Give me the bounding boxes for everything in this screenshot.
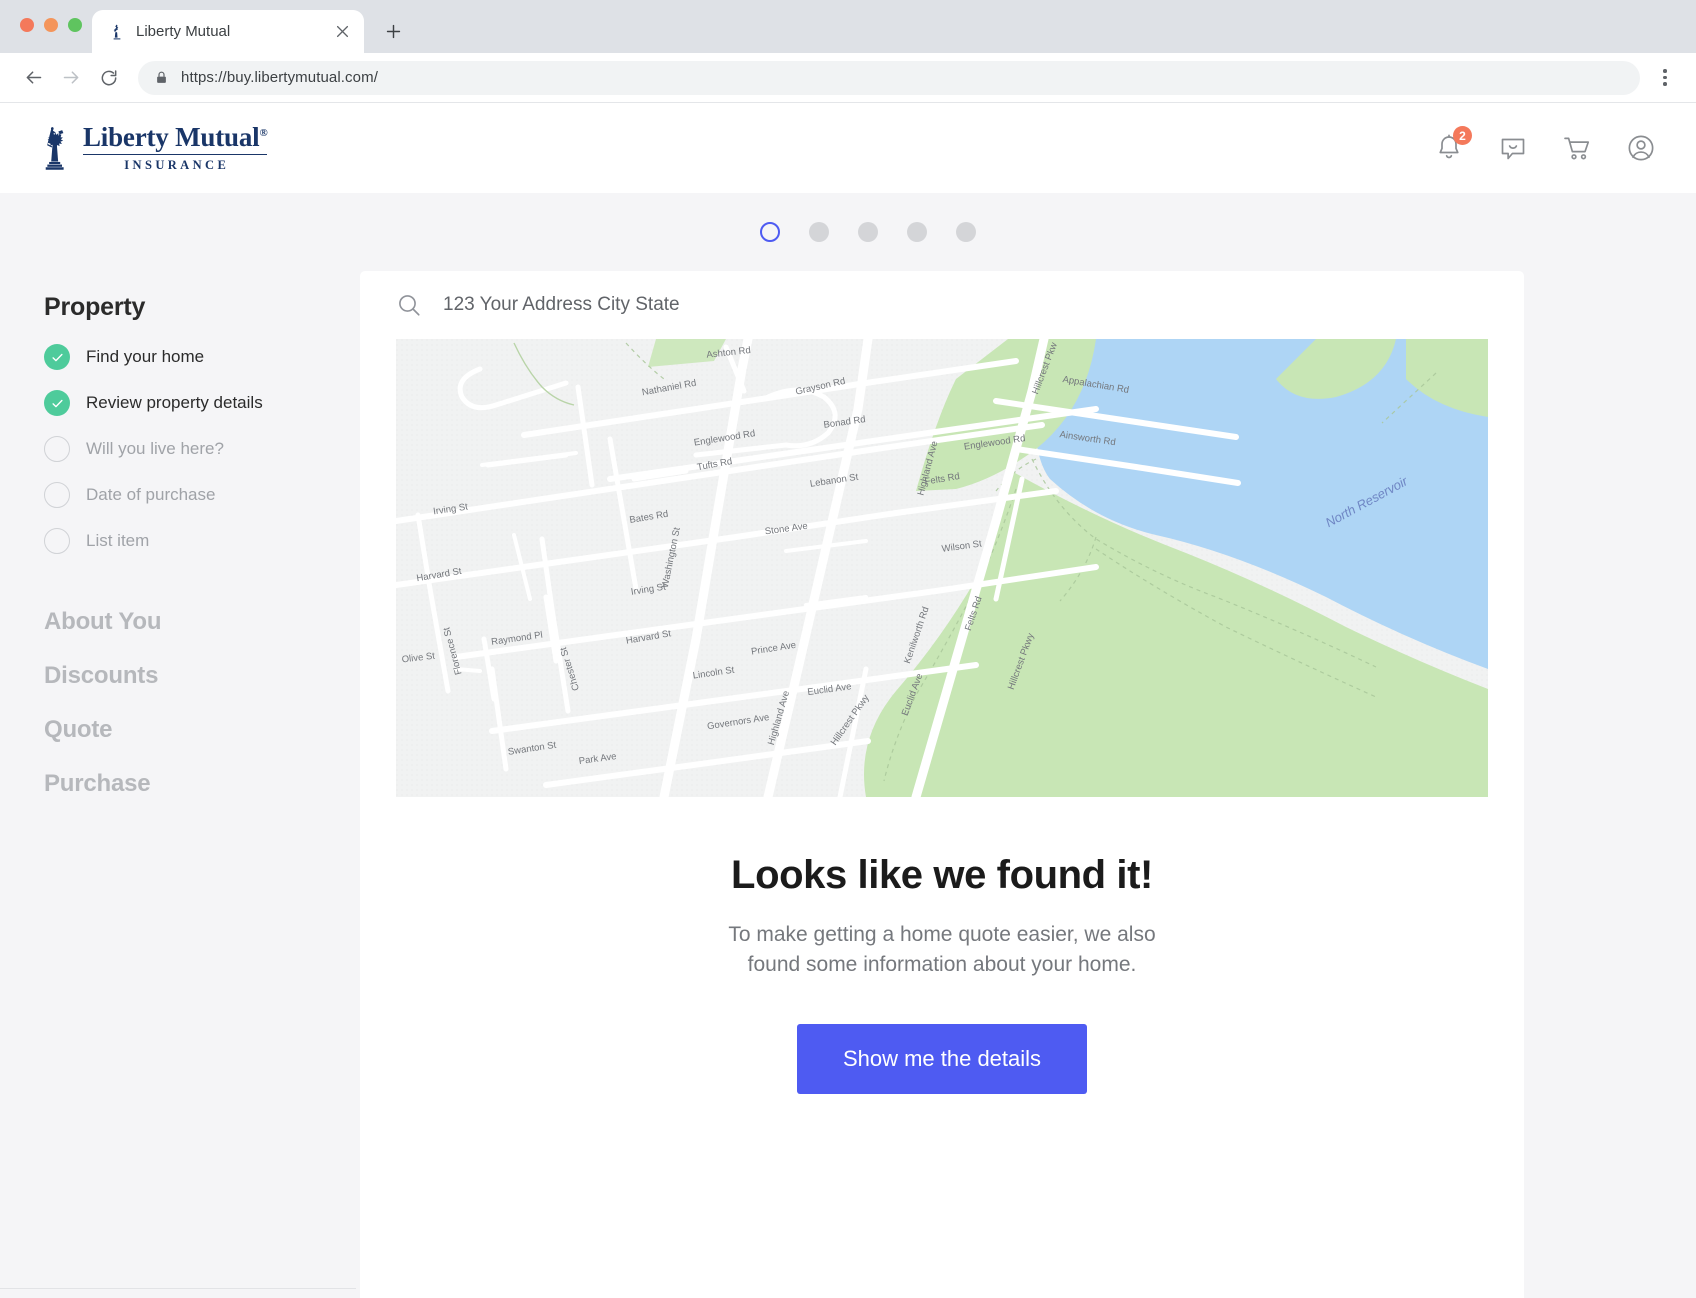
sidebar-section-list: About You Discounts Quote Purchase <box>44 608 356 798</box>
address-bar[interactable]: https://buy.libertymutual.com/ <box>138 61 1640 95</box>
sidebar: Property Find your home <box>0 271 356 1298</box>
user-account-icon[interactable] <box>1626 133 1656 163</box>
notifications-bell-icon[interactable]: 2 <box>1434 133 1464 163</box>
page-title: Property <box>44 293 356 322</box>
liberty-mutual-logo[interactable]: Liberty Mutual® INSURANCE <box>36 123 267 172</box>
progress-dot-5[interactable] <box>956 222 976 242</box>
kebab-menu-icon[interactable] <box>1650 61 1680 95</box>
site-header: Liberty Mutual® INSURANCE 2 <box>0 103 1696 193</box>
main-content-card: Nathaniel Rd Grayson Rd Appalachian Rd B… <box>360 271 1524 1298</box>
sidebar-step-list: Find your home Review property details W… <box>44 344 356 554</box>
registered-mark: ® <box>259 127 267 139</box>
window-minimize-button[interactable] <box>44 18 58 32</box>
address-search-row <box>360 271 1524 339</box>
address-bar-url: https://buy.libertymutual.com/ <box>181 69 378 86</box>
sidebar-item-label: Review property details <box>86 393 263 413</box>
browser-tab[interactable]: Liberty Mutual <box>92 10 364 53</box>
empty-circle-icon <box>44 528 70 554</box>
progress-dot-2[interactable] <box>809 222 829 242</box>
page-body: Property Find your home <box>0 193 1696 1298</box>
progress-dot-4[interactable] <box>907 222 927 242</box>
window-maximize-button[interactable] <box>68 18 82 32</box>
search-input[interactable] <box>443 294 1488 316</box>
sidebar-item-label: Will you live here? <box>86 439 224 459</box>
sidebar-section-purchase[interactable]: Purchase <box>44 770 356 798</box>
sidebar-item-label: Find your home <box>86 347 204 367</box>
sidebar-item-list-item[interactable]: List item <box>44 528 356 554</box>
result-headline: Looks like we found it! <box>400 853 1484 898</box>
sidebar-section-discounts[interactable]: Discounts <box>44 662 356 690</box>
result-subhead-line2: found some information about your home. <box>748 953 1137 976</box>
notification-count-badge: 2 <box>1453 126 1472 145</box>
shopping-cart-icon[interactable] <box>1562 133 1592 163</box>
logo-brand-sub: INSURANCE <box>121 158 229 173</box>
browser-tab-title: Liberty Mutual <box>136 23 322 40</box>
lock-icon <box>154 70 169 85</box>
sidebar-item-label: Date of purchase <box>86 485 215 505</box>
sidebar-item-label: List item <box>86 531 149 551</box>
header-icon-group: 2 <box>1434 133 1656 163</box>
sidebar-item-will-you-live-here[interactable]: Will you live here? <box>44 436 356 462</box>
progress-dots <box>0 193 1696 271</box>
sidebar-section-quote[interactable]: Quote <box>44 716 356 744</box>
window-close-button[interactable] <box>20 18 34 32</box>
browser-toolbar: https://buy.libertymutual.com/ <box>0 53 1696 103</box>
search-icon <box>396 292 422 318</box>
empty-circle-icon <box>44 482 70 508</box>
logo-brand-name: Liberty Mutual® <box>83 123 267 151</box>
sidebar-item-review-property-details[interactable]: Review property details <box>44 390 356 416</box>
property-map[interactable]: Nathaniel Rd Grayson Rd Appalachian Rd B… <box>396 339 1488 797</box>
sidebar-item-date-of-purchase[interactable]: Date of purchase <box>44 482 356 508</box>
progress-dot-1[interactable] <box>760 222 780 242</box>
window-traffic-lights[interactable] <box>20 18 82 32</box>
save-quote-bar: Save your quote Save <box>0 1288 356 1298</box>
browser-chrome: Liberty Mutual <box>0 0 1696 103</box>
plus-icon[interactable] <box>378 16 408 46</box>
result-subhead: To make getting a home quote easier, we … <box>400 920 1484 980</box>
empty-circle-icon <box>44 436 70 462</box>
close-icon[interactable] <box>332 22 352 42</box>
liberty-mutual-favicon-icon <box>108 23 126 41</box>
chat-bubble-icon[interactable] <box>1498 133 1528 163</box>
browser-tabstrip: Liberty Mutual <box>0 0 1696 53</box>
show-details-button[interactable]: Show me the details <box>797 1024 1087 1094</box>
progress-dot-3[interactable] <box>858 222 878 242</box>
map-canvas: Nathaniel Rd Grayson Rd Appalachian Rd B… <box>396 339 1488 797</box>
result-block: Looks like we found it! To make getting … <box>360 797 1524 1094</box>
check-circle-icon <box>44 344 70 370</box>
reload-icon[interactable] <box>92 61 126 95</box>
sidebar-section-about-you[interactable]: About You <box>44 608 356 636</box>
check-circle-icon <box>44 390 70 416</box>
logo-divider <box>83 154 267 155</box>
forward-arrow-icon[interactable] <box>54 61 88 95</box>
statue-of-liberty-icon <box>36 125 72 171</box>
back-arrow-icon[interactable] <box>16 61 50 95</box>
result-subhead-line1: To make getting a home quote easier, we … <box>728 923 1155 946</box>
sidebar-item-find-your-home[interactable]: Find your home <box>44 344 356 370</box>
